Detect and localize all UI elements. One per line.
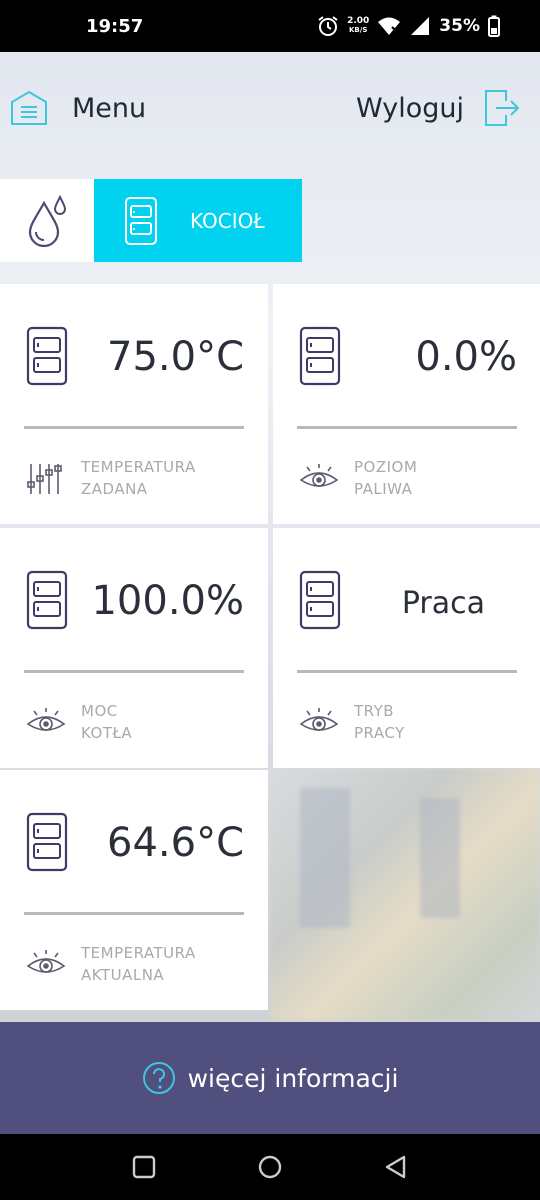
eye-icon (26, 708, 66, 731)
boiler-icon (26, 812, 68, 872)
divider (297, 426, 517, 429)
boiler-icon (125, 196, 157, 245)
card-value: 0.0% (415, 334, 517, 380)
divider (24, 912, 244, 915)
wifi-icon (378, 17, 401, 35)
card-label-line2: PRACY (354, 724, 405, 742)
card-label-line2: KOTŁA (81, 724, 133, 742)
home-icon[interactable] (257, 1154, 283, 1180)
boiler-icon (26, 570, 68, 630)
card-work-mode[interactable]: Praca TRYB PRACY (273, 528, 540, 768)
back-icon[interactable] (383, 1154, 409, 1180)
card-label: TEMPERATURA ZADANA (81, 456, 196, 500)
tab-water[interactable] (0, 179, 94, 262)
signal-icon (411, 17, 430, 35)
card-set-temperature[interactable]: 75.0°C TEMPERATURA ZADANA (0, 284, 268, 524)
divider (24, 426, 244, 429)
logout-icon (485, 90, 520, 126)
status-bar: 19:57 2.00 KB/S 35% (0, 0, 540, 52)
alarm-icon (318, 16, 338, 36)
status-icons: 2.00 KB/S 35% (317, 15, 500, 37)
navigation-bar (0, 1134, 540, 1200)
card-current-temperature[interactable]: 64.6°C TEMPERATURA AKTUALNA (0, 770, 268, 1010)
status-time: 19:57 (86, 15, 144, 37)
water-drop-icon (28, 194, 67, 247)
card-fuel-level[interactable]: 0.0% POZIOM PALIWA (273, 284, 540, 524)
help-icon (142, 1062, 175, 1094)
card-value: 64.6°C (107, 820, 244, 866)
eye-icon (299, 708, 339, 731)
recent-apps-icon[interactable] (131, 1154, 157, 1180)
network-speed-value: 2.00 (347, 16, 370, 26)
sliders-icon (27, 464, 62, 494)
background-photo (270, 768, 540, 1020)
card-label-line1: POZIOM (354, 458, 418, 476)
more-info-label: więcej informacji (187, 1063, 399, 1093)
eye-icon (299, 464, 339, 487)
card-label-line2: PALIWA (354, 480, 413, 498)
header: Menu Wyloguj (0, 52, 540, 164)
card-value: 75.0°C (107, 334, 244, 380)
card-label-line1: MOC (81, 702, 118, 720)
boiler-icon (299, 326, 341, 386)
more-info-button[interactable]: więcej informacji (0, 1022, 540, 1134)
card-boiler-power[interactable]: 100.0% MOC KOTŁA (0, 528, 268, 768)
eye-icon (26, 950, 66, 973)
logout-button[interactable]: Wyloguj (356, 89, 520, 127)
card-label-line1: TEMPERATURA (81, 944, 196, 962)
tab-boiler[interactable]: KOCIOŁ (94, 179, 302, 262)
card-label: TEMPERATURA AKTUALNA (81, 942, 196, 986)
card-label-line1: TRYB (354, 702, 395, 720)
divider (24, 670, 244, 673)
battery-icon (488, 15, 500, 37)
tabs: KOCIOŁ (0, 179, 302, 262)
menu-label: Menu (72, 92, 147, 124)
network-speed-unit: KB/S (349, 26, 368, 34)
card-value: Praca (401, 586, 485, 621)
card-value: 100.0% (91, 578, 244, 624)
card-label: POZIOM PALIWA (354, 456, 417, 500)
boiler-icon (299, 570, 341, 630)
logout-label: Wyloguj (356, 92, 464, 124)
card-label-line1: TEMPERATURA (81, 458, 196, 476)
tab-boiler-label: KOCIOŁ (190, 208, 265, 233)
battery-percent: 35% (439, 16, 480, 36)
network-speed: 2.00 KB/S (347, 17, 369, 35)
card-label: TRYB PRACY (354, 700, 405, 744)
card-label: MOC KOTŁA (81, 700, 132, 744)
card-label-line2: AKTUALNA (81, 966, 165, 984)
boiler-icon (26, 326, 68, 386)
card-label-line2: ZADANA (81, 480, 148, 498)
home-menu-icon (11, 90, 47, 125)
menu-button[interactable]: Menu (10, 90, 146, 126)
divider (297, 670, 517, 673)
